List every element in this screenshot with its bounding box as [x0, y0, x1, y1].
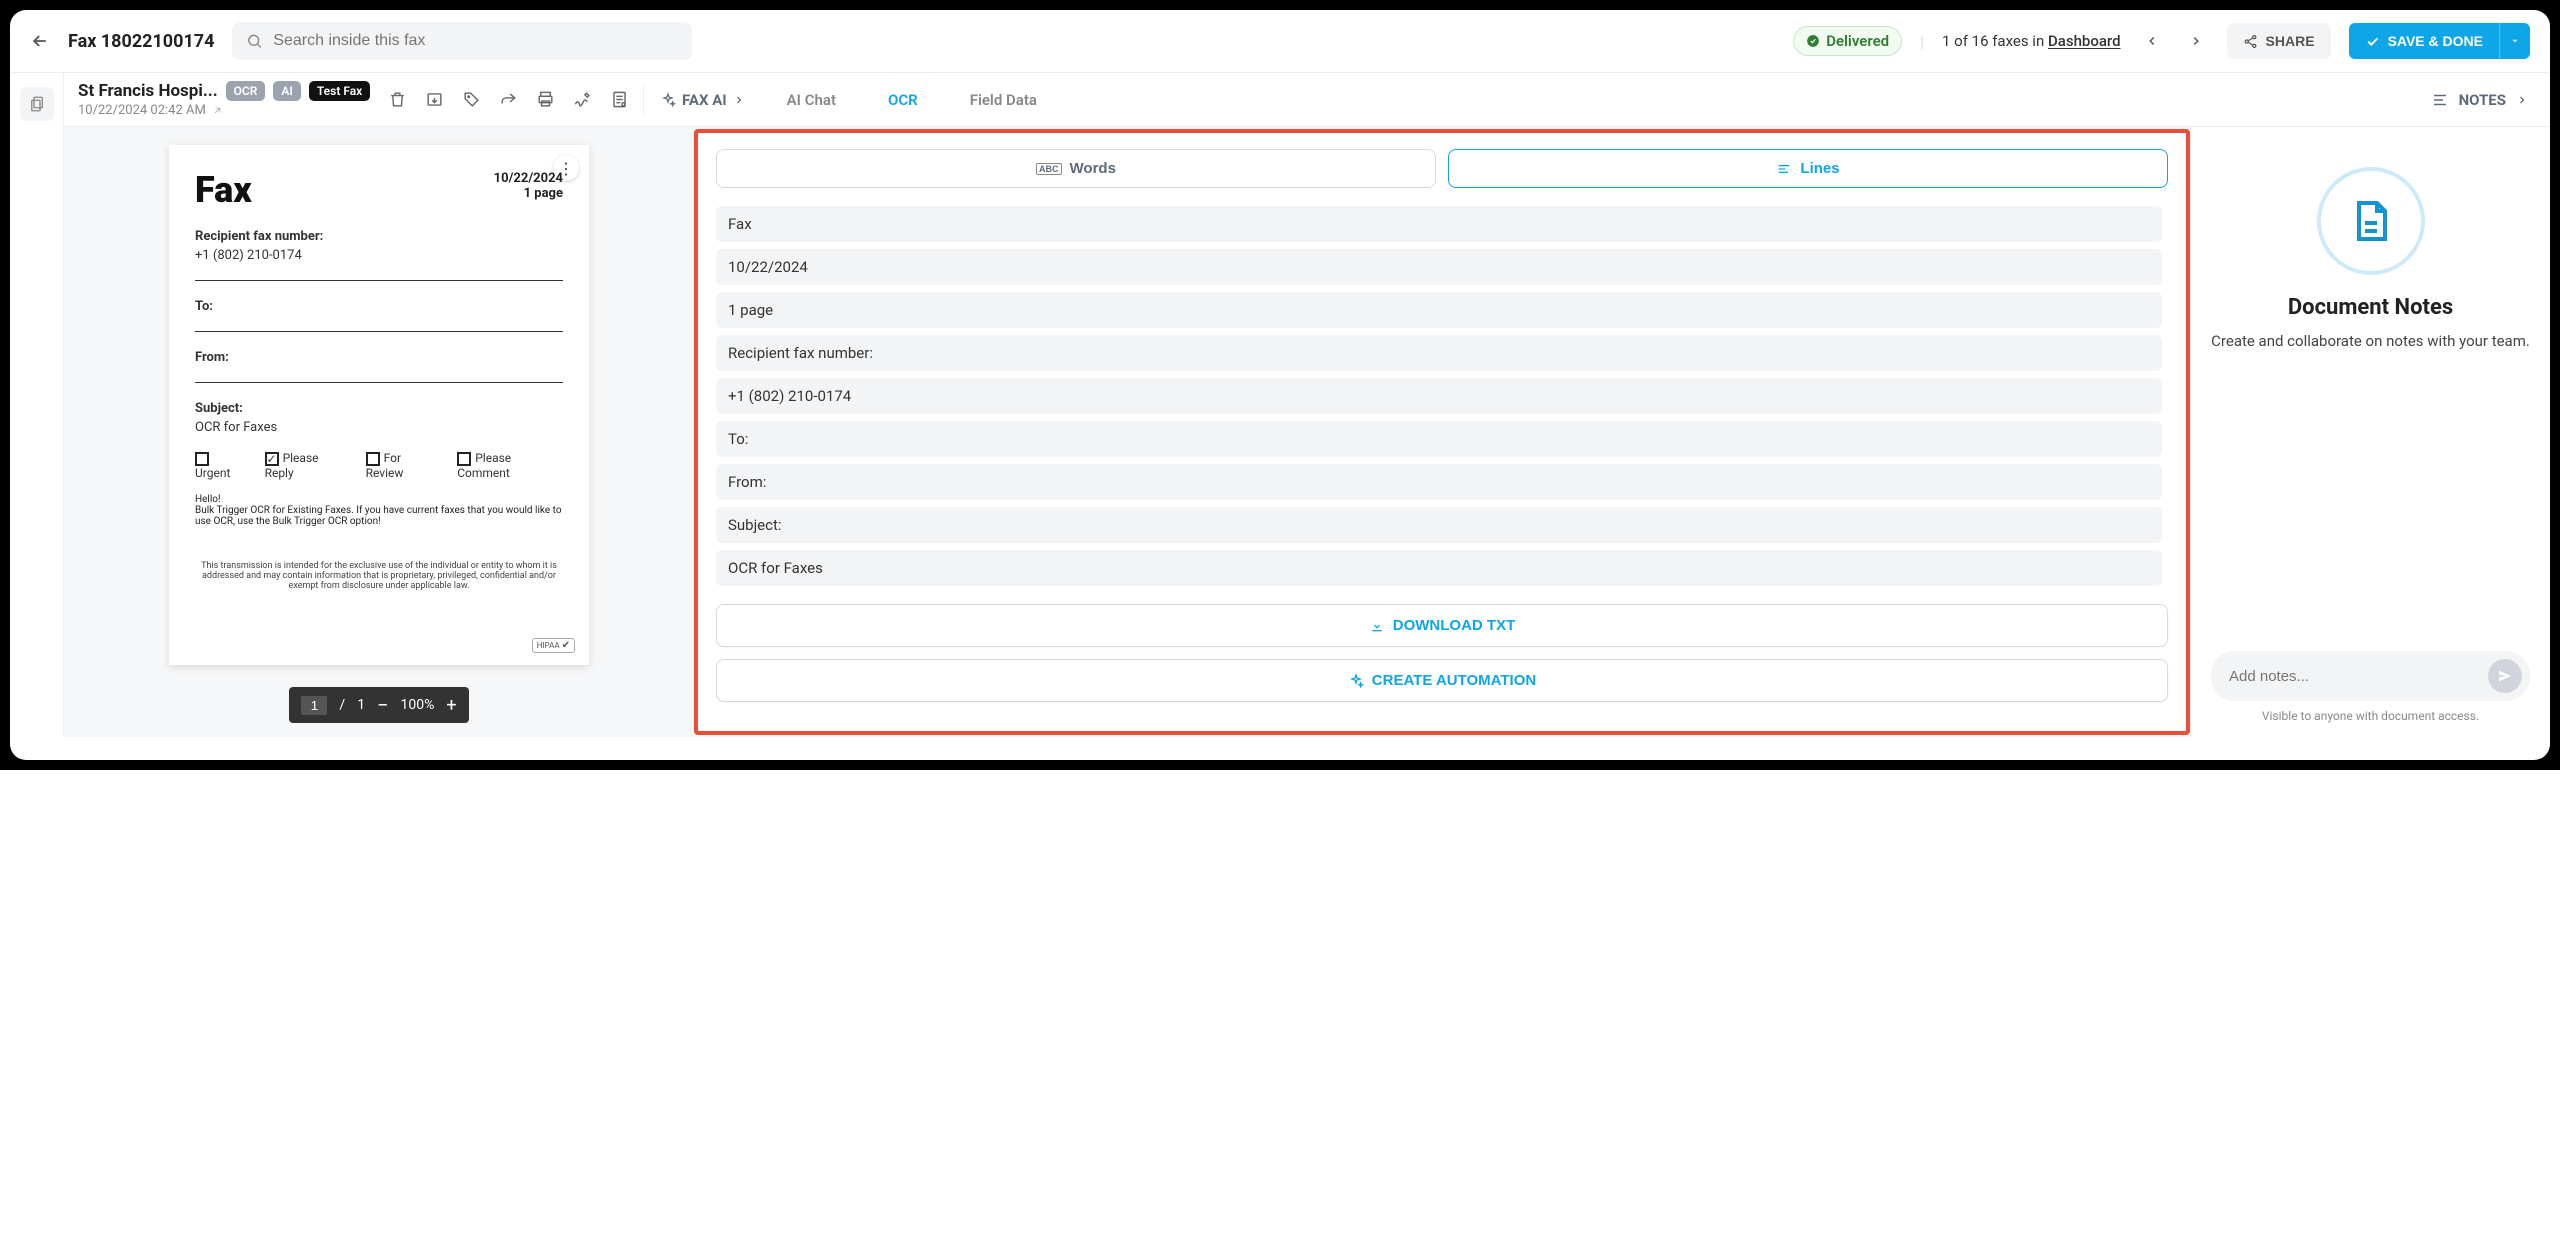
ocr-line-item[interactable]: Fax: [716, 206, 2162, 242]
caret-down-icon: [2510, 36, 2520, 46]
dashboard-link[interactable]: Dashboard: [2048, 32, 2121, 50]
body-greeting: Hello!: [195, 494, 563, 505]
trash-icon[interactable]: [388, 90, 407, 109]
pager-next-icon[interactable]: [2183, 28, 2209, 54]
check-icon: [2365, 34, 2380, 49]
urgent-checkbox: [195, 452, 209, 466]
zoom-out-icon[interactable]: −: [377, 693, 388, 717]
search-input-wrap[interactable]: [232, 22, 692, 60]
document-timestamp: 10/22/2024 02:42 AM: [78, 103, 378, 118]
fax-page-preview: ⋮ Fax 10/22/2024 1 page Recipient fax nu…: [169, 145, 589, 665]
fax-date: 10/22/2024: [494, 171, 563, 186]
ocr-chip: OCR: [226, 81, 266, 101]
please-comment-checkbox: [457, 452, 471, 466]
tab-ai-chat[interactable]: AI Chat: [785, 85, 838, 115]
disclaimer: This transmission is intended for the ex…: [195, 561, 563, 591]
extract-icon[interactable]: [610, 90, 629, 109]
notes-toggle[interactable]: NOTES: [2431, 91, 2536, 109]
share-button[interactable]: SHARE: [2227, 23, 2331, 59]
download-txt-button[interactable]: DOWNLOAD TXT: [716, 604, 2168, 647]
print-icon[interactable]: [536, 90, 555, 109]
notes-footer: Visible to anyone with document access.: [2211, 709, 2530, 723]
search-icon: [246, 32, 263, 50]
from-label: From:: [195, 350, 563, 365]
chevron-right-icon: [2516, 94, 2528, 106]
lines-icon: [1776, 161, 1792, 177]
archive-icon[interactable]: [425, 90, 444, 109]
hipaa-badge: HIPAA: [532, 638, 575, 653]
page-controls: / 1 − 100% +: [289, 687, 468, 723]
search-input[interactable]: [273, 32, 678, 50]
tab-ocr[interactable]: OCR: [886, 85, 920, 115]
ocr-line-item[interactable]: Recipient fax number:: [716, 335, 2162, 371]
tab-field-data[interactable]: Field Data: [968, 85, 1039, 115]
documents-icon[interactable]: [20, 87, 54, 121]
ocr-line-item[interactable]: 1 page: [716, 292, 2162, 328]
pager-text: 1 of 16 faxes in Dashboard: [1942, 32, 2121, 50]
notes-empty-icon: [2317, 167, 2425, 275]
pager-prev-icon[interactable]: [2139, 28, 2165, 54]
chevron-right-icon: [733, 94, 745, 106]
save-done-button[interactable]: SAVE & DONE: [2349, 23, 2499, 59]
ocr-line-item[interactable]: Subject:: [716, 507, 2162, 543]
share-icon: [2243, 34, 2258, 49]
ocr-line-item[interactable]: To:: [716, 421, 2162, 457]
document-name: St Francis Hospi...: [78, 81, 218, 101]
sparkle-icon: [660, 92, 676, 108]
page-title: Fax 18022100174: [68, 31, 214, 52]
subject-value: OCR for Faxes: [195, 420, 563, 435]
notes-input[interactable]: [2229, 668, 2488, 685]
please-reply-checkbox: [265, 452, 279, 466]
body-text: Bulk Trigger OCR for Existing Faxes. If …: [195, 505, 563, 527]
fax-page-count: 1 page: [494, 186, 563, 201]
ai-chip: AI: [273, 81, 300, 101]
ocr-line-item[interactable]: +1 (802) 210-0174: [716, 378, 2162, 414]
forward-icon[interactable]: [499, 90, 518, 109]
notes-subtitle: Create and collaborate on notes with you…: [2211, 332, 2530, 350]
download-icon: [1369, 618, 1385, 634]
save-dropdown-button[interactable]: [2499, 23, 2530, 59]
recipient-value: +1 (802) 210-0174: [195, 248, 563, 263]
page-current-input[interactable]: [301, 696, 327, 715]
ocr-line-item[interactable]: From:: [716, 464, 2162, 500]
zoom-in-icon[interactable]: +: [446, 695, 456, 716]
sparkle-icon: [1348, 673, 1364, 689]
menu-icon: [2431, 91, 2449, 109]
open-external-icon[interactable]: [212, 105, 223, 116]
ocr-line-item[interactable]: 10/22/2024: [716, 249, 2162, 285]
check-circle-icon: [1806, 34, 1820, 48]
sign-icon[interactable]: [573, 90, 592, 109]
send-note-icon[interactable]: [2488, 659, 2522, 693]
test-fax-chip: Test Fax: [309, 81, 370, 101]
for-review-checkbox: [366, 452, 380, 466]
fax-ai-button[interactable]: FAX AI: [658, 85, 747, 115]
lines-toggle[interactable]: Lines: [1448, 149, 2168, 188]
subject-label: Subject:: [195, 401, 563, 416]
page-total: 1: [357, 697, 365, 713]
notes-title: Document Notes: [2288, 295, 2453, 320]
to-label: To:: [195, 299, 563, 314]
tag-icon[interactable]: [462, 90, 481, 109]
recipient-label: Recipient fax number:: [195, 229, 563, 244]
ocr-line-item[interactable]: OCR for Faxes: [716, 550, 2162, 586]
status-badge: Delivered: [1793, 26, 1902, 56]
words-toggle[interactable]: ABC Words: [716, 149, 1436, 188]
back-arrow-icon[interactable]: [30, 31, 50, 51]
zoom-level: 100%: [401, 697, 435, 713]
create-automation-button[interactable]: CREATE AUTOMATION: [716, 659, 2168, 702]
